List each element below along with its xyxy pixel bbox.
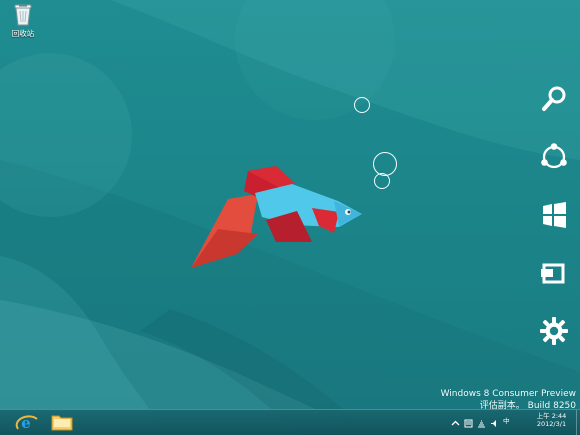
windows-desktop[interactable]: 回收站 Windows 8 Consumer Preview 评估副本。 Bui… [0,0,580,435]
gear-icon [540,317,568,345]
fish-pupil [347,210,351,214]
folder-icon [51,415,73,431]
search-charm[interactable] [539,84,569,114]
network-icon[interactable] [477,419,486,428]
windows-logo-icon [543,202,566,228]
action-center-icon[interactable] [464,419,473,428]
input-method-indicator[interactable]: 中 [503,418,510,425]
devices-icon [541,263,565,284]
large-bubble [373,152,397,176]
fish-lower-tail-fin [191,229,258,268]
clock[interactable]: 上午 2:44 2012/3/1 [531,412,572,433]
share-charm[interactable] [539,142,569,172]
wallpaper-soft-circle [235,0,395,120]
volume-icon[interactable] [490,419,499,428]
notification-arrow-icon[interactable] [451,419,460,428]
wallpaper-top-ribbon [110,0,580,160]
clock-date: 2012/3/1 [536,420,567,428]
top-bubble [354,97,370,113]
watermark-product: Windows 8 Consumer Preview [440,389,576,399]
file-explorer-taskbar-button[interactable] [46,411,78,434]
recycle-bin-icon [14,4,32,26]
wallpaper-large-circle [0,53,132,217]
system-tray: 中 上午 2:44 2012/3/1 [451,410,580,435]
svg-text:e: e [21,414,31,432]
internet-explorer-taskbar-button[interactable]: e [10,411,42,434]
clock-time: 上午 2:44 [536,412,567,420]
settings-charm[interactable] [539,316,569,346]
recycle-bin-label: 回收站 [11,29,35,38]
share-icon [541,143,567,169]
taskbar: e 中 上午 2:44 2012/3/1 [0,409,580,435]
show-desktop-button[interactable] [576,410,580,435]
start-charm[interactable] [539,200,569,230]
recycle-bin-shortcut[interactable]: 回收站 [6,2,40,44]
internet-explorer-icon: e [15,414,38,432]
betta-fish-illustration [191,166,362,268]
small-bubble [374,173,390,189]
devices-charm[interactable] [539,258,569,288]
search-icon [542,86,566,111]
charms-bar [539,84,569,356]
